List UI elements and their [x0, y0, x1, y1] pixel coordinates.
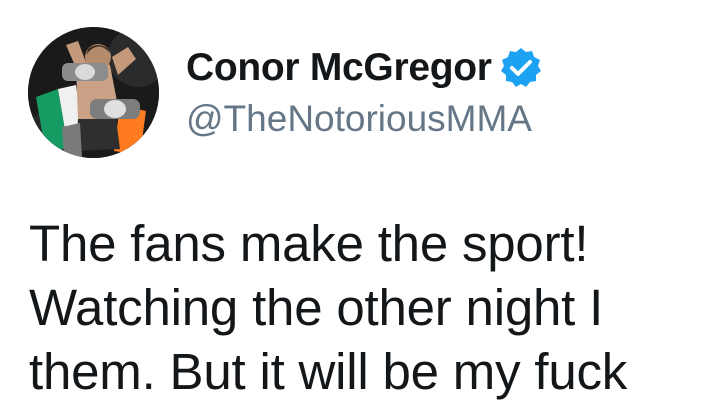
verified-check-icon	[498, 45, 544, 91]
avatar-photo	[28, 27, 159, 158]
author-handle[interactable]: @TheNotoriousMMA	[186, 97, 532, 141]
tweet-card: Conor McGregor @TheNotoriousMMA The fans…	[0, 0, 720, 405]
display-name[interactable]: Conor McGregor	[186, 45, 492, 91]
tweet-text-line: them. But it will be my fuck	[29, 343, 628, 400]
tweet-text-line: The fans make the sport!	[29, 215, 589, 272]
tweet-text-line: Watching the other night I	[29, 279, 604, 336]
author-row: Conor McGregor	[186, 45, 544, 91]
avatar[interactable]	[28, 27, 159, 158]
tweet-body: The fans make the sport! Watching the ot…	[29, 212, 720, 404]
